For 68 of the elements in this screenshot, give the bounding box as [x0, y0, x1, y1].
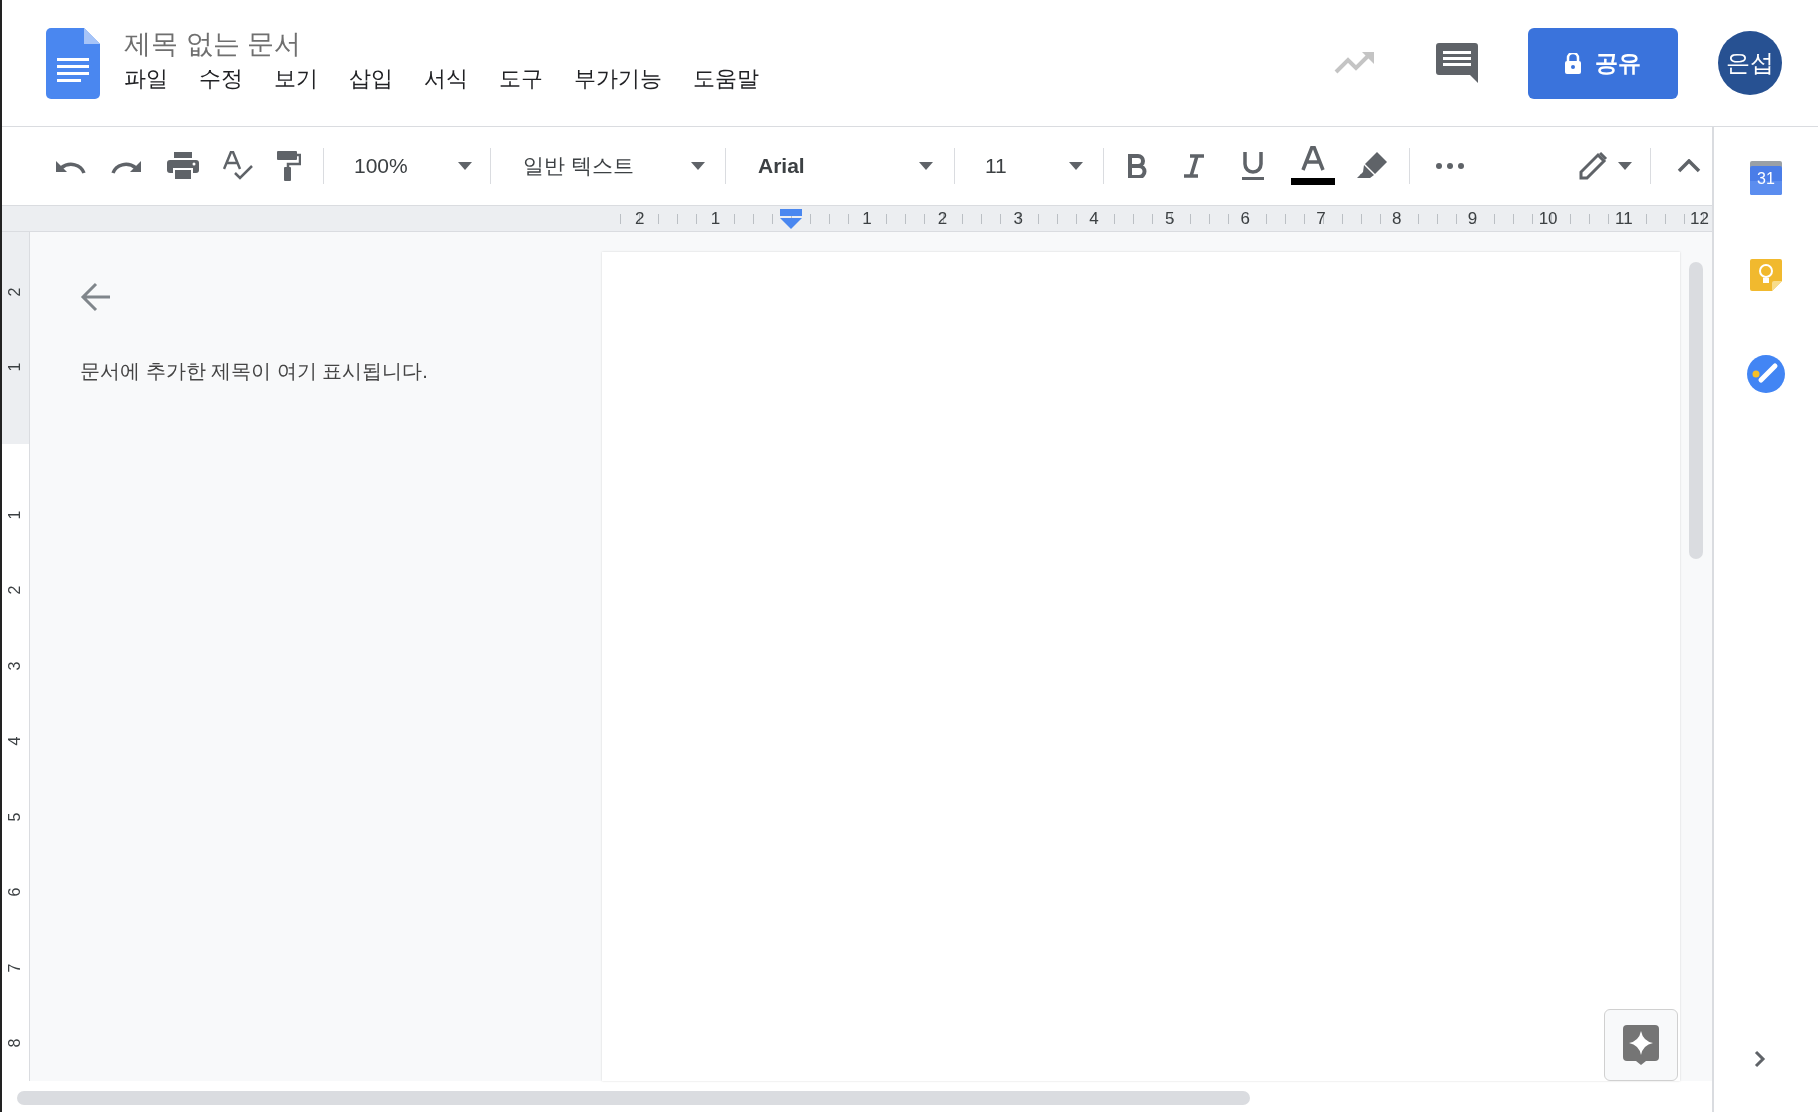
- ruler-number: 3: [7, 661, 24, 671]
- menu-item[interactable]: 수정: [199, 66, 243, 93]
- horizontal-scrollbar[interactable]: [17, 1091, 1250, 1105]
- editing-mode-button[interactable]: [1578, 151, 1632, 181]
- caret-icon: [919, 162, 933, 170]
- explore-button[interactable]: [1604, 1009, 1678, 1081]
- menu-item[interactable]: 파일: [124, 66, 168, 93]
- ruler-number: 2: [635, 210, 645, 227]
- ruler-number: 8: [1392, 210, 1402, 227]
- menu-item[interactable]: 보기: [274, 66, 318, 93]
- ruler-number: 9: [1467, 210, 1478, 227]
- ruler-number: 5: [7, 812, 24, 822]
- document-title[interactable]: 제목 없는 문서: [124, 27, 759, 60]
- caret-icon: [1069, 162, 1083, 170]
- menu-item[interactable]: 삽입: [349, 66, 393, 93]
- ruler-number: 1: [7, 362, 24, 372]
- italic-icon[interactable]: [1183, 154, 1205, 178]
- zoom-dropdown[interactable]: 100%: [354, 150, 472, 182]
- ruler-number: 2: [7, 287, 24, 297]
- comment-icon[interactable]: [1436, 43, 1478, 83]
- ruler-number: 1: [710, 210, 721, 227]
- back-arrow-icon[interactable]: [80, 282, 112, 312]
- ruler-number: 8: [7, 1038, 24, 1048]
- ruler-number: 5: [1164, 210, 1175, 227]
- ruler-number: 1: [862, 210, 872, 227]
- paint-format-icon[interactable]: [277, 151, 301, 181]
- vertical-scrollbar[interactable]: [1689, 262, 1703, 559]
- menu-item[interactable]: 부가기능: [574, 66, 662, 93]
- text-color-icon[interactable]: [1291, 146, 1335, 186]
- checkmark-circle-icon[interactable]: [1747, 355, 1785, 393]
- ruler-number: 2: [937, 210, 948, 227]
- caret-icon: [691, 162, 705, 170]
- menu-item[interactable]: 도구: [499, 66, 543, 93]
- ruler-number: 10: [1538, 210, 1558, 227]
- font-dropdown[interactable]: Arial: [758, 150, 933, 182]
- ruler-number: 6: [1240, 210, 1251, 227]
- ruler-number: 4: [1089, 210, 1099, 227]
- ruler-number: 7: [7, 963, 24, 973]
- sparkle-icon: [1623, 1025, 1659, 1065]
- paragraph-style-dropdown[interactable]: 일반 텍스트: [523, 150, 705, 182]
- menu-item[interactable]: 서식: [424, 66, 468, 93]
- spellcheck-icon[interactable]: [223, 151, 253, 181]
- ruler-number: 12: [1690, 210, 1709, 227]
- print-icon[interactable]: [167, 152, 199, 180]
- bold-icon[interactable]: [1127, 154, 1147, 178]
- user-avatar[interactable]: 은섭: [1718, 31, 1782, 95]
- collapse-icon[interactable]: [1677, 159, 1701, 173]
- menu-item[interactable]: 도움말: [693, 66, 759, 93]
- share-button[interactable]: 공유: [1528, 27, 1678, 99]
- ruler-number: 4: [7, 736, 24, 746]
- outline-hint: 문서에 추가한 제목이 여기 표시됩니다.: [80, 359, 429, 384]
- ruler-number: 3: [1013, 210, 1023, 227]
- caret-icon: [1618, 162, 1632, 170]
- ruler-number: 1: [7, 510, 24, 520]
- pencil-icon: [1578, 151, 1608, 181]
- more-icon[interactable]: [1436, 163, 1464, 169]
- highlighter-icon[interactable]: [1357, 152, 1387, 180]
- lock-icon: [1565, 52, 1581, 74]
- font-size-dropdown[interactable]: 11: [985, 150, 1083, 182]
- chevron-right-icon[interactable]: [1754, 1050, 1766, 1068]
- ruler-number: 6: [7, 887, 24, 897]
- document-icon[interactable]: [46, 27, 100, 99]
- ruler-number: 11: [1614, 210, 1633, 227]
- underline-icon[interactable]: [1241, 151, 1265, 181]
- indent-marker-icon[interactable]: [780, 208, 803, 229]
- ruler-number: 2: [7, 585, 24, 595]
- caret-icon: [458, 162, 472, 170]
- ruler-number: 7: [1316, 210, 1326, 227]
